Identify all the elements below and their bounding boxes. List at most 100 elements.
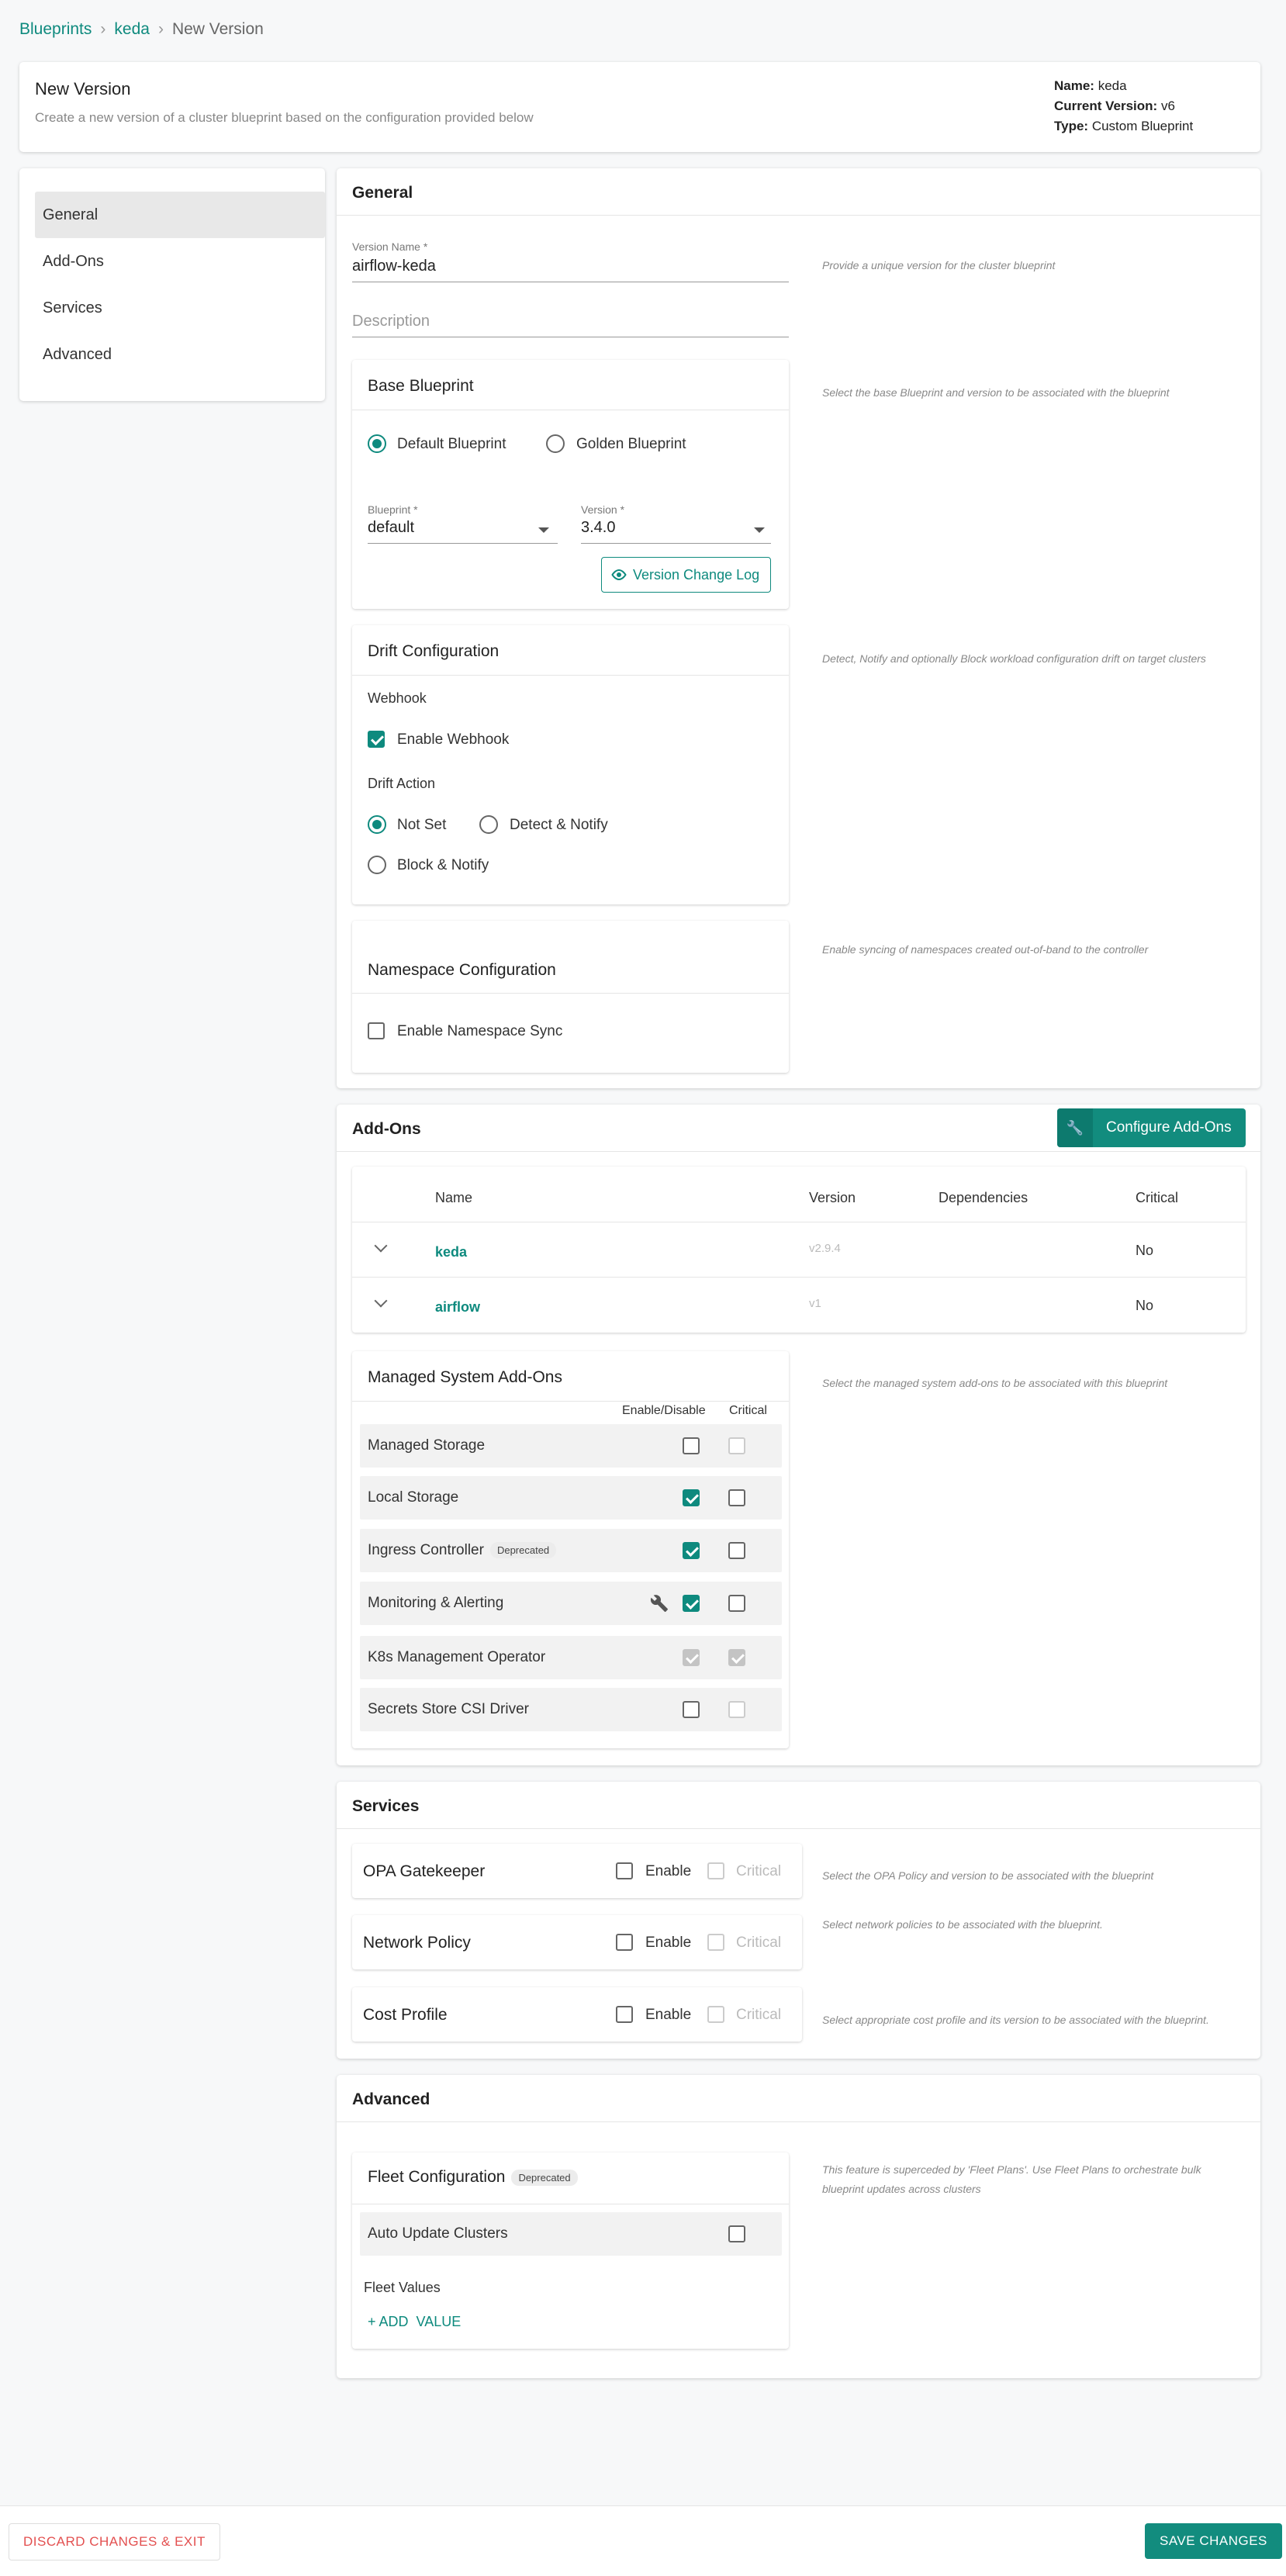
- dropdown-arrow-icon: [754, 527, 765, 533]
- version-name-input[interactable]: airflow-keda: [352, 258, 436, 275]
- critical-checkbox[interactable]: [728, 1595, 745, 1612]
- breadcrumb-keda[interactable]: keda: [114, 20, 150, 38]
- version-name-label: Version Name *: [352, 240, 428, 253]
- description-input[interactable]: Description: [352, 313, 430, 330]
- fleet-hint: This feature is superceded by 'Fleet Pla…: [822, 2163, 1201, 2195]
- deprecated-badge: Deprecated: [511, 2169, 578, 2186]
- chevron-down-icon[interactable]: [374, 1239, 388, 1253]
- detect-notify-radio[interactable]: [479, 815, 498, 834]
- critical-checkbox[interactable]: [728, 1489, 745, 1506]
- configure-addons-label: Configure Add-Ons: [1106, 1119, 1232, 1136]
- add-value-button[interactable]: + ADD VALUE: [368, 2314, 461, 2330]
- enable-checkbox[interactable]: [683, 1595, 700, 1612]
- table-row: airflow v1 No: [352, 1278, 1246, 1332]
- drift-hint: Detect, Notify and optionally Block work…: [822, 652, 1206, 665]
- chevron-down-icon[interactable]: [374, 1294, 388, 1308]
- addon-name-link[interactable]: airflow: [435, 1299, 480, 1316]
- nav-item-services[interactable]: Services: [35, 285, 325, 331]
- managed-addon-row: K8s Management Operator: [360, 1636, 782, 1679]
- addon-version: v2.9.4: [809, 1242, 841, 1255]
- critical-checkbox: [707, 2006, 724, 2023]
- service-hint: Select the OPA Policy and version to be …: [822, 1869, 1154, 1882]
- golden-blueprint-label: Golden Blueprint: [576, 436, 686, 452]
- enable-label: Enable: [645, 1863, 692, 1879]
- divider: [337, 215, 1260, 216]
- nav-item-advanced[interactable]: Advanced: [35, 331, 325, 378]
- managed-addon-name: Ingress Controller Deprecated: [368, 1542, 557, 1559]
- version-change-log-button[interactable]: Version Change Log: [601, 557, 771, 593]
- nav-item-addons[interactable]: Add-Ons: [35, 238, 325, 285]
- block-notify-label: Block & Notify: [397, 857, 489, 873]
- divider: [352, 1401, 789, 1402]
- discard-changes-button[interactable]: DISCARD CHANGES & EXIT: [9, 2523, 220, 2560]
- namespace-hint: Enable syncing of namespaces created out…: [822, 943, 1149, 956]
- advanced-section: Advanced Fleet Configuration Deprecated A…: [337, 2075, 1260, 2378]
- base-blueprint-hint: Select the base Blueprint and version to…: [822, 386, 1170, 399]
- enable-webhook-checkbox[interactable]: [368, 731, 385, 748]
- base-blueprint-card: Base Blueprint Default Blueprint Golden …: [352, 360, 789, 609]
- table-row: keda v2.9.4 No: [352, 1222, 1246, 1277]
- not-set-radio[interactable]: [368, 815, 386, 834]
- auto-update-checkbox[interactable]: [728, 2225, 745, 2242]
- column-header-dependencies: Dependencies: [939, 1190, 1028, 1205]
- nav-item-general[interactable]: General: [35, 192, 325, 238]
- enable-checkbox[interactable]: [683, 1701, 700, 1718]
- services-section: Services OPA Gatekeeper Enable Critical …: [337, 1782, 1260, 2059]
- version-change-log-label: Version Change Log: [633, 567, 760, 583]
- wrench-icon: 🔧: [1057, 1108, 1093, 1147]
- critical-checkbox: [728, 1437, 745, 1454]
- default-blueprint-radio[interactable]: [368, 434, 386, 453]
- version-hint: Provide a unique version for the cluster…: [822, 259, 1056, 271]
- block-notify-radio[interactable]: [368, 856, 386, 874]
- managed-addons-title: Managed System Add-Ons: [368, 1368, 562, 1386]
- name-label: Name:: [1054, 78, 1094, 93]
- namespace-config-title: Namespace Configuration: [368, 961, 556, 979]
- managed-addons-hint: Select the managed system add-ons to be …: [822, 1377, 1168, 1389]
- addon-name-link[interactable]: keda: [435, 1244, 467, 1260]
- managed-addon-row: Local Storage: [360, 1476, 782, 1520]
- blueprint-underline: [368, 543, 558, 544]
- divider: [337, 1151, 1260, 1152]
- breadcrumb: Blueprints › keda › New Version: [19, 20, 264, 39]
- enable-webhook-label: Enable Webhook: [397, 731, 510, 748]
- version-select-label: Version *: [581, 503, 625, 516]
- configure-addons-button[interactable]: 🔧 Configure Add-Ons: [1057, 1108, 1246, 1147]
- addon-version: v1: [809, 1297, 821, 1310]
- critical-label: Critical: [736, 2007, 782, 2023]
- drift-config-title: Drift Configuration: [368, 642, 500, 660]
- drift-action-label: Drift Action: [368, 776, 436, 791]
- service-row-network-policy: Network Policy Enable Critical: [352, 1915, 802, 1969]
- critical-label: Critical: [736, 1935, 782, 1951]
- critical-checkbox: [707, 1934, 724, 1951]
- general-section: General Version Name * airflow-keda Prov…: [337, 168, 1260, 1088]
- addon-critical: No: [1136, 1243, 1154, 1258]
- addons-section: Add-Ons 🔧 Configure Add-Ons Name Version…: [337, 1105, 1260, 1765]
- enable-checkbox[interactable]: [616, 2006, 633, 2023]
- critical-checkbox: [707, 1862, 724, 1879]
- enable-checkbox[interactable]: [683, 1437, 700, 1454]
- enable-checkbox[interactable]: [683, 1489, 700, 1506]
- managed-addon-name: Secrets Store CSI Driver: [368, 1701, 529, 1717]
- enable-checkbox[interactable]: [683, 1542, 700, 1559]
- wrench-icon[interactable]: [650, 1594, 669, 1613]
- base-blueprint-title: Base Blueprint: [368, 377, 474, 395]
- enable-checkbox[interactable]: [616, 1934, 633, 1951]
- addon-critical: No: [1136, 1298, 1154, 1313]
- enable-checkbox[interactable]: [616, 1862, 633, 1879]
- general-title: General: [352, 184, 413, 202]
- service-name: OPA Gatekeeper: [363, 1862, 486, 1880]
- chevron-right-icon: ›: [157, 20, 164, 38]
- save-changes-button[interactable]: SAVE CHANGES: [1145, 2523, 1282, 2559]
- services-title: Services: [352, 1797, 420, 1815]
- critical-checkbox[interactable]: [728, 1542, 745, 1559]
- chevron-right-icon: ›: [100, 20, 106, 38]
- default-blueprint-label: Default Blueprint: [397, 436, 506, 452]
- version-select[interactable]: 3.4.0: [581, 519, 615, 537]
- column-header-critical: Critical: [1136, 1190, 1179, 1205]
- type-value: Custom Blueprint: [1091, 119, 1194, 133]
- blueprint-select[interactable]: default: [368, 519, 414, 537]
- golden-blueprint-radio[interactable]: [546, 434, 565, 453]
- breadcrumb-blueprints[interactable]: Blueprints: [19, 20, 92, 38]
- managed-addon-row: Ingress Controller Deprecated: [360, 1529, 782, 1572]
- enable-namespace-sync-checkbox[interactable]: [368, 1022, 385, 1039]
